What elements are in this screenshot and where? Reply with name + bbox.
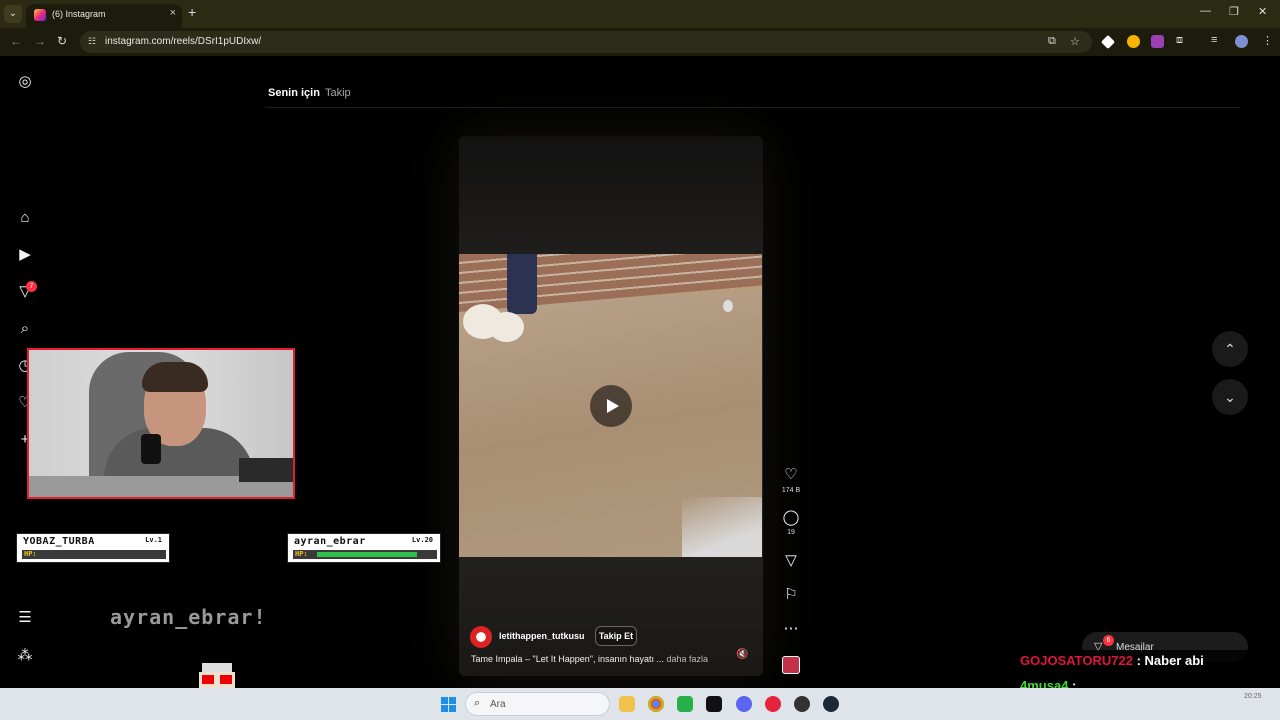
chrome-icon[interactable]	[648, 696, 664, 712]
extension-yellow-icon[interactable]	[1127, 35, 1140, 48]
search-icon: ⌕	[474, 697, 481, 709]
streamer-hair	[142, 362, 208, 392]
player2-hp-card: ayran_ebrar Lv.20 HP:	[287, 533, 441, 563]
player1-level: Lv.1	[145, 536, 162, 544]
webcam-overlay	[27, 348, 295, 499]
author-username[interactable]: letithappen_tutkusu	[499, 631, 585, 641]
forward-icon[interactable]: →	[34, 34, 46, 48]
reload-icon[interactable]: ↻	[57, 34, 67, 48]
caption-text: Tame Impala – "Let It Happen", insanın h…	[471, 654, 664, 664]
follow-button[interactable]: Takip Et	[595, 626, 637, 646]
windows-taskbar: ⌕ Ara 20:25	[0, 688, 1280, 720]
player2-hp-label: HP:	[293, 550, 315, 559]
url-text: instagram.com/reels/DSrI1pUDIxw/	[105, 36, 262, 47]
app-green-icon[interactable]	[677, 696, 693, 712]
reading-list-icon[interactable]: ≡	[1211, 34, 1217, 46]
browser-menu-icon[interactable]: ⋮	[1262, 34, 1273, 47]
caption-more-link[interactable]: daha fazla	[667, 654, 709, 664]
shout-text: ayran_ebrar!	[110, 605, 267, 629]
tab-title: (6) Instagram	[52, 9, 106, 19]
tab-close-icon[interactable]: ×	[170, 7, 176, 19]
player1-hp-card: YOBAZ_TURBA Lv.1 HP:	[16, 533, 170, 563]
profile-avatar[interactable]	[1235, 35, 1248, 48]
bookmark-star-icon[interactable]: ☆	[1070, 35, 1080, 48]
player2-level: Lv.20	[411, 536, 433, 544]
browser-tab-bar: ⌄ (6) Instagram × + — ❐ ✕	[0, 0, 1280, 28]
browser-toolbar: ← → ↻ ☷ instagram.com/reels/DSrI1pUDIxw/…	[0, 28, 1280, 56]
extensions-puzzle-icon[interactable]: ⧈	[1176, 34, 1183, 47]
comment-count: 19	[787, 529, 795, 536]
search-icon[interactable]: ⌕	[16, 320, 34, 338]
minimize-button[interactable]: —	[1200, 5, 1211, 17]
save-bookmark-icon[interactable]: ⚐	[782, 585, 800, 603]
instagram-logo-icon[interactable]: ◎	[16, 73, 34, 91]
notification-badge: 7	[26, 281, 37, 292]
restore-button[interactable]: ❐	[1229, 5, 1239, 18]
install-app-icon[interactable]: ⧉	[1048, 35, 1056, 48]
new-tab-button[interactable]: +	[188, 4, 196, 20]
instagram-favicon-icon	[34, 9, 46, 21]
messages-badge: 6	[1103, 635, 1114, 646]
reel-caption: Tame Impala – "Let It Happen", insanın h…	[471, 654, 708, 664]
file-explorer-icon[interactable]	[619, 696, 635, 712]
extension-diamond-icon[interactable]	[1100, 34, 1116, 50]
like-heart-icon[interactable]: ♡	[782, 465, 800, 483]
player2-hp-fill	[317, 552, 418, 557]
like-count: 174 B	[781, 487, 801, 494]
obs-icon[interactable]	[794, 696, 810, 712]
home-icon[interactable]: ⌂	[16, 209, 34, 227]
extension-purple-icon[interactable]	[1151, 35, 1164, 48]
microphone	[141, 434, 161, 464]
player1-hp-label: HP:	[22, 550, 44, 559]
windows-start-icon[interactable]	[441, 697, 456, 712]
audio-thumbnail[interactable]	[782, 656, 800, 674]
browser-tab[interactable]: (6) Instagram ×	[26, 4, 182, 28]
more-options-icon[interactable]: ⋯	[782, 619, 800, 637]
steam-icon[interactable]	[823, 696, 839, 712]
player2-name: ayran_ebrar	[294, 536, 366, 547]
site-info-icon[interactable]: ☷	[88, 36, 96, 47]
player1-name: YOBAZ_TURBA	[23, 536, 95, 547]
media-player-icon[interactable]	[765, 696, 781, 712]
chat-message: GOJOSATORU722 : Naber abi	[1020, 653, 1204, 668]
muted-icon[interactable]: 🔇	[736, 649, 748, 660]
video-bird	[723, 300, 733, 312]
video-foam	[682, 497, 762, 557]
play-button[interactable]	[590, 385, 632, 427]
video-person-legs	[507, 254, 537, 314]
chat-username: GOJOSATORU722	[1020, 653, 1133, 668]
next-reel-button[interactable]: ⌄	[1212, 379, 1248, 415]
taskbar-clock: 20:25	[1244, 693, 1262, 700]
divider	[265, 107, 1240, 108]
video-bird	[489, 312, 524, 342]
close-window-button[interactable]: ✕	[1258, 5, 1267, 18]
player2-hp-bar: HP:	[293, 550, 437, 559]
comment-icon[interactable]: ◯	[782, 508, 800, 526]
previous-reel-button[interactable]: ⌃	[1212, 331, 1248, 367]
chat-text: : Naber abi	[1132, 653, 1204, 668]
tab-for-you[interactable]: Senin için	[268, 87, 320, 99]
back-icon[interactable]: ←	[10, 34, 22, 48]
taskbar-search-box[interactable]: ⌕ Ara	[465, 692, 610, 716]
address-bar[interactable]: ☷ instagram.com/reels/DSrI1pUDIxw/ ⧉ ☆	[80, 31, 1092, 53]
player1-hp-bar: HP:	[22, 550, 166, 559]
discord-icon[interactable]	[736, 696, 752, 712]
more-menu-icon[interactable]: ☰	[16, 609, 34, 627]
tab-search-button[interactable]: ⌄	[4, 5, 22, 23]
share-icon[interactable]: ▽	[782, 551, 800, 569]
tradingview-icon[interactable]	[706, 696, 722, 712]
reels-icon[interactable]: ▶	[16, 246, 34, 264]
author-avatar[interactable]	[470, 626, 492, 648]
monitor	[239, 458, 293, 482]
taskbar-search-placeholder: Ara	[490, 699, 506, 710]
also-from-meta-icon[interactable]: ⁂	[16, 647, 34, 665]
tab-following[interactable]: Takip	[325, 87, 351, 99]
